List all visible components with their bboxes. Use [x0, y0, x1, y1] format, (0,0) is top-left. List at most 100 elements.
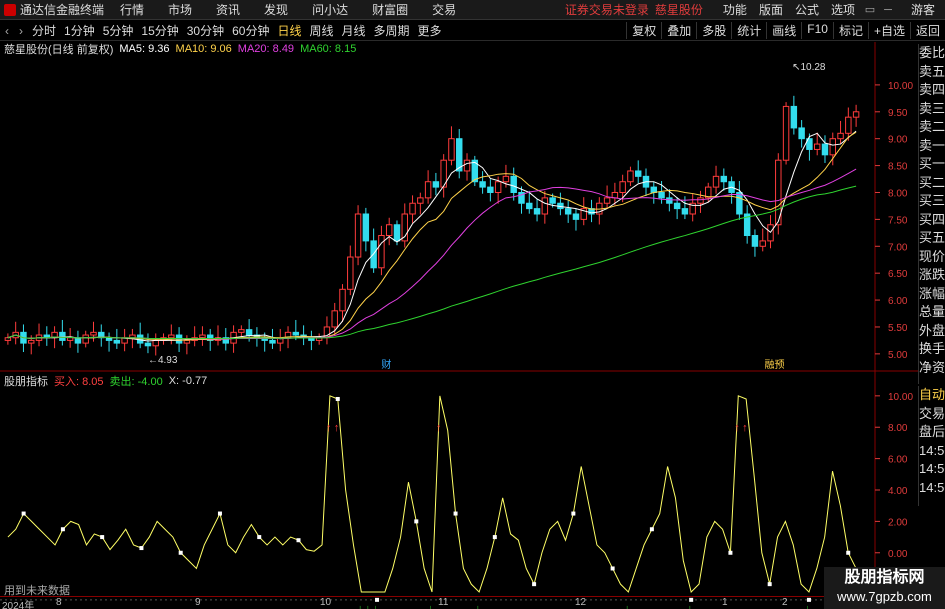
- quote-row: 买二: [919, 174, 945, 190]
- indicator-name[interactable]: 股朋指标: [4, 373, 48, 389]
- candle-body: [712, 175, 720, 188]
- quote-row: 买四: [919, 211, 945, 227]
- candle-body: [269, 339, 276, 344]
- indicator-point: [846, 550, 851, 555]
- candle-body: [448, 138, 455, 161]
- candle-body: [28, 339, 35, 344]
- date-label: 2024年: [2, 601, 35, 609]
- candle-body: [385, 224, 393, 237]
- chart-header: 慈星股份(日线 前复权) MA5: 9.36 MA10: 9.06 MA20: …: [0, 42, 356, 56]
- candle-body: [697, 197, 704, 204]
- indicator-point: [217, 511, 222, 516]
- low-label: ←4.93: [148, 355, 178, 366]
- ma60-label: MA60: 8.15: [300, 43, 357, 55]
- candle-body: [549, 197, 556, 204]
- indicator-point: [100, 535, 105, 540]
- trade-row[interactable]: 自动: [919, 386, 945, 405]
- watermark-box: 股朋指标网 www.7gpzb.com: [824, 567, 945, 609]
- indicator-tick-label: 8.00: [888, 423, 908, 434]
- candle-body: [90, 331, 97, 336]
- indicator-point: [60, 527, 65, 532]
- candle-body: [494, 181, 502, 193]
- event-marker-cai: 财: [381, 358, 391, 371]
- indicator-line: [7, 395, 857, 593]
- candle-body: [541, 197, 549, 215]
- candle-body: [199, 334, 206, 339]
- sell-arrow-icon: ↑: [742, 422, 748, 434]
- candle-body: [572, 213, 580, 220]
- ma20-label: MA20: 8.49: [237, 43, 295, 55]
- indicator-point: [257, 535, 262, 540]
- indicator-tick-label: 0.00: [888, 549, 908, 560]
- candle-body: [790, 105, 798, 129]
- date-label: 9: [195, 597, 201, 608]
- quote-row: 净资: [919, 359, 945, 375]
- sell-arrow-icon: ↑: [326, 422, 332, 434]
- candle-body: [852, 111, 860, 118]
- candle-body: [681, 208, 689, 215]
- candle-body: [168, 334, 175, 339]
- candle-body: [627, 170, 634, 183]
- candle-body: [759, 240, 766, 247]
- candle-body: [650, 186, 658, 193]
- candle-body: [487, 186, 494, 193]
- price-tick-label: 7.50: [888, 215, 908, 226]
- price-tick-label: 9.50: [888, 108, 908, 119]
- price-tick-label: 6.50: [888, 269, 908, 280]
- candle-body: [152, 339, 159, 347]
- trade-row[interactable]: 交易: [919, 405, 945, 424]
- candle-body: [845, 116, 852, 134]
- high-label: ↖10.28: [792, 62, 826, 73]
- candle-body: [837, 132, 844, 140]
- watermark-title: 股朋指标网: [844, 569, 925, 586]
- candle-body: [378, 235, 385, 269]
- candle-body: [603, 197, 611, 204]
- indicator-point: [492, 535, 497, 540]
- price-tick-label: 5.00: [888, 350, 908, 361]
- candle-body: [658, 191, 665, 199]
- quote-panel: 委比 卖五 卖四 卖三 卖二 卖一 买一 买二 买三 买四 买五 现价 涨跌 涨…: [918, 44, 945, 384]
- candle-body: [238, 329, 245, 333]
- candle-body: [502, 175, 510, 183]
- candle-body: [673, 202, 681, 210]
- indicator-point: [649, 527, 654, 532]
- price-tick-label: 7.00: [888, 242, 908, 253]
- ma10-line: [7, 131, 857, 341]
- candle-body: [611, 191, 619, 199]
- quote-row: 买五: [919, 230, 945, 245]
- trade-row: 14:56: [919, 442, 945, 458]
- indicator-point: [296, 538, 301, 543]
- indicator-point: [335, 396, 340, 401]
- indicator-point: [453, 511, 458, 516]
- date-label: 2: [782, 597, 788, 608]
- date-label: 10: [320, 597, 332, 608]
- quote-row: 总量: [919, 304, 945, 319]
- price-tick-label: 10.00: [888, 81, 913, 92]
- candle-body: [82, 334, 89, 344]
- candle-body: [4, 337, 12, 341]
- indicator-tick-label: 4.00: [888, 486, 908, 497]
- quote-row: 卖四: [919, 82, 945, 97]
- candle-body: [393, 224, 401, 242]
- indicator-point: [139, 546, 144, 551]
- quote-row: 买三: [919, 193, 945, 208]
- kline-chart-svg[interactable]: 10.009.509.008.508.007.507.006.506.005.5…: [0, 0, 945, 609]
- indicator-point: [414, 519, 419, 524]
- indicator-sell: 卖出: -4.00: [109, 376, 163, 388]
- candle-body: [339, 288, 346, 312]
- indicator-point: [532, 582, 537, 587]
- date-axis: 2024年 8 9 10 11 12 1 2: [0, 596, 875, 609]
- indicator-point: [610, 566, 615, 571]
- candle-body: [619, 181, 626, 193]
- trade-row[interactable]: 盘后: [919, 423, 945, 442]
- candle-body: [510, 175, 517, 193]
- candle-body: [362, 213, 370, 242]
- indicator-buy: 买入: 8.05: [54, 376, 104, 388]
- event-marker-tuiqi: 融预: [765, 359, 785, 371]
- quote-row: 委比: [919, 45, 945, 60]
- ma5-label: MA5: 9.36: [119, 43, 170, 55]
- quote-row: 现价: [919, 248, 945, 264]
- indicator-point: [178, 550, 183, 555]
- candle-body: [59, 331, 66, 341]
- candle-body: [144, 342, 152, 347]
